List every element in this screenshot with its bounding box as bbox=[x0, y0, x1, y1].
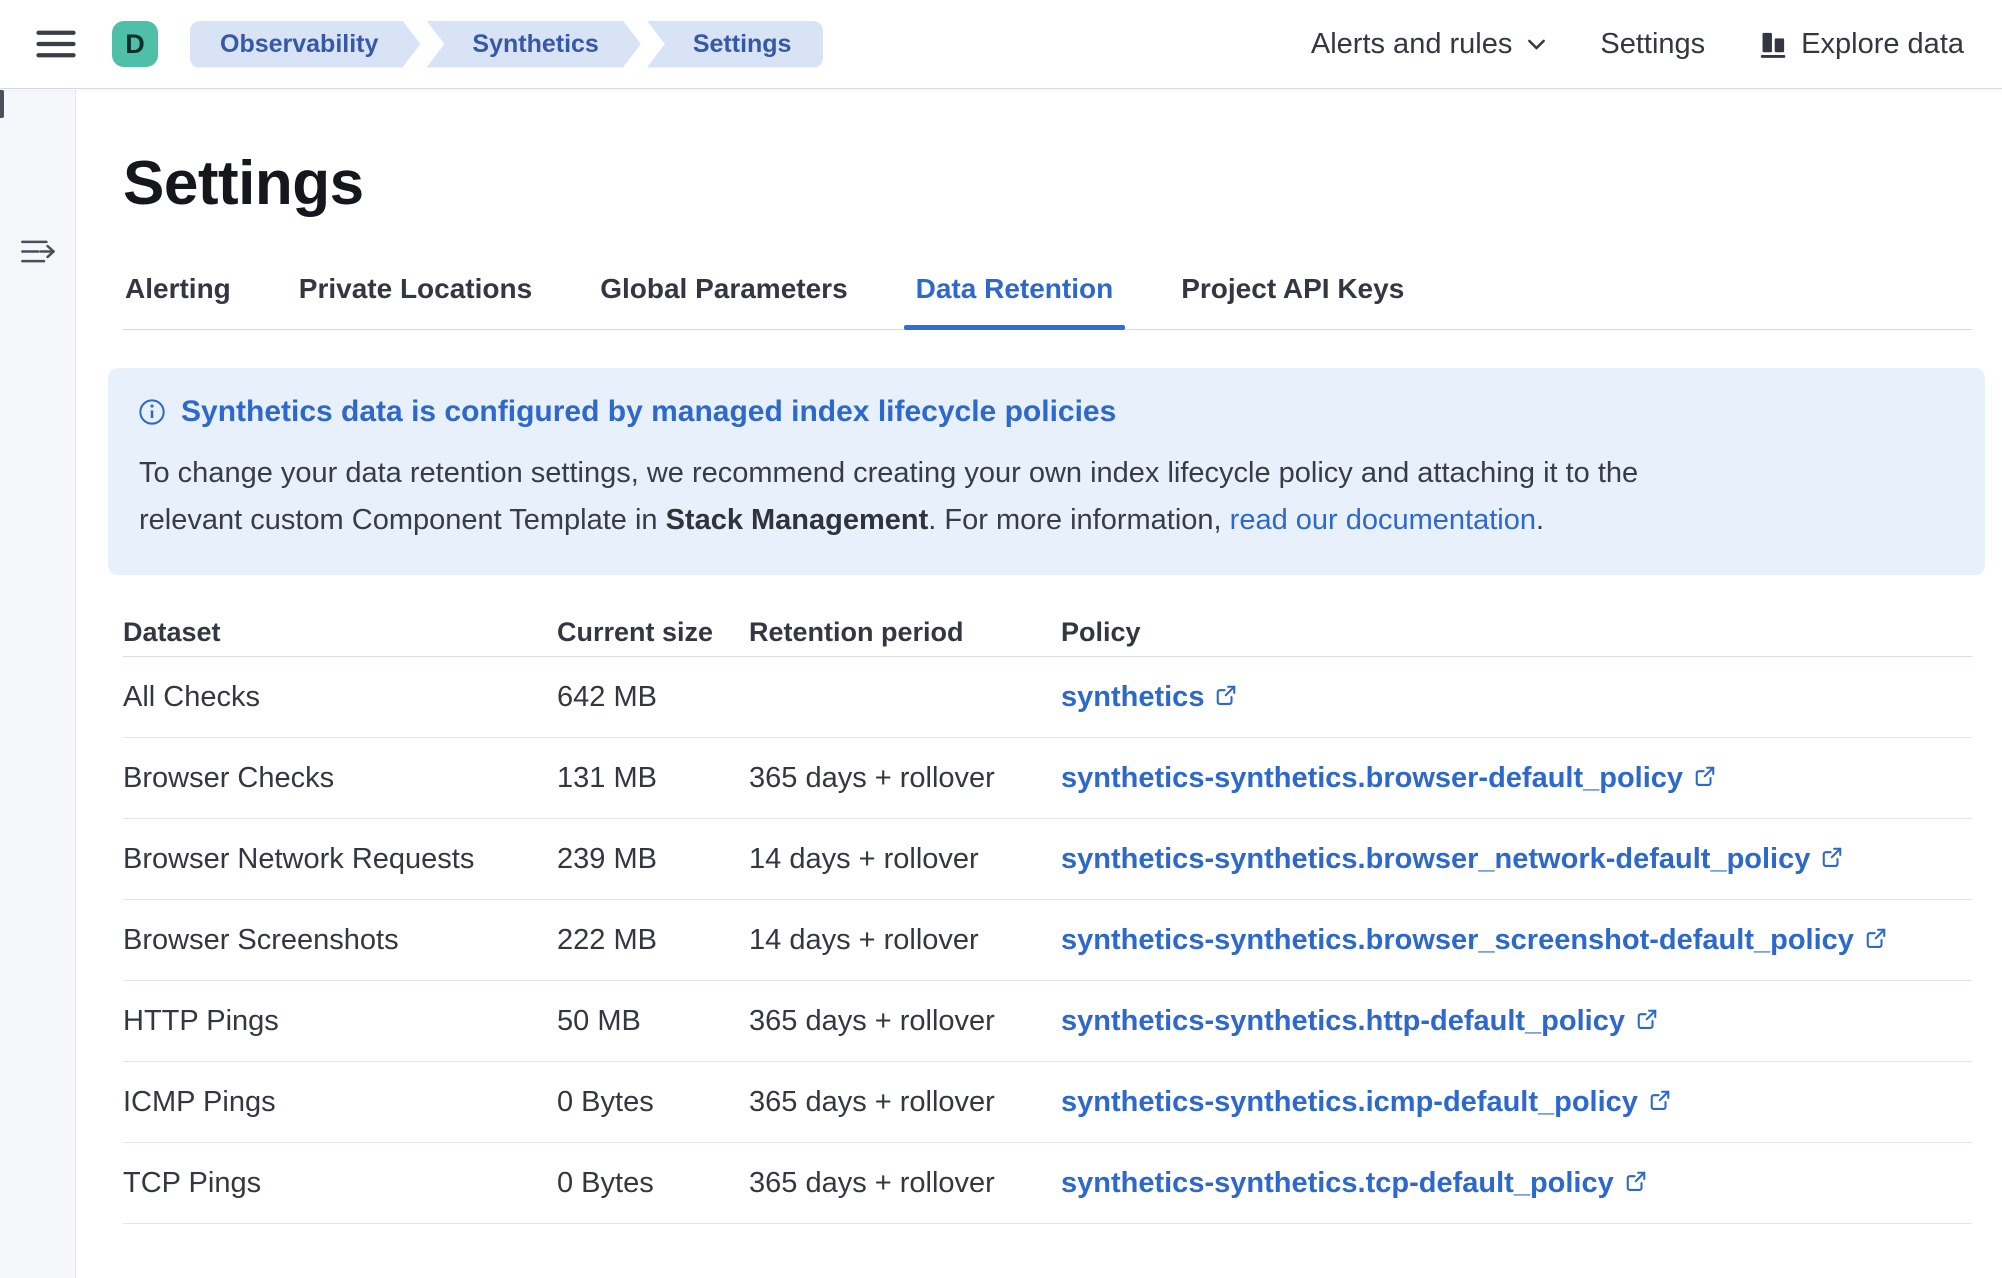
column-header-policy: Policy bbox=[1061, 617, 1972, 648]
tab-alerting[interactable]: Alerting bbox=[123, 273, 233, 329]
external-link-icon bbox=[1694, 765, 1716, 787]
size-cell: 642 MB bbox=[557, 681, 749, 714]
retention-cell: 14 days + rollover bbox=[749, 924, 1061, 957]
column-header-retention-period: Retention period bbox=[749, 617, 1061, 648]
policy-link[interactable]: synthetics-synthetics.http-default_polic… bbox=[1061, 1005, 1625, 1038]
size-cell: 0 Bytes bbox=[557, 1086, 749, 1119]
main-content: Settings Alerting Private Locations Glob… bbox=[76, 89, 2002, 1224]
policy-link[interactable]: synthetics bbox=[1061, 681, 1204, 714]
callout-body-post: . bbox=[1536, 504, 1544, 536]
table-row: All Checks 642 MB synthetics bbox=[123, 657, 1972, 738]
external-link-icon bbox=[1865, 927, 1887, 949]
dataset-cell: All Checks bbox=[123, 681, 557, 714]
policy-cell: synthetics-synthetics.browser-default_po… bbox=[1061, 762, 1972, 795]
table-row: Browser Checks 131 MB 365 days + rollove… bbox=[123, 738, 1972, 819]
header-actions: Alerts and rules Settings Explore data bbox=[1311, 28, 1964, 61]
policy-cell: synthetics-synthetics.http-default_polic… bbox=[1061, 1005, 1972, 1038]
scrollbar-thumb[interactable] bbox=[0, 90, 4, 118]
tab-private-locations[interactable]: Private Locations bbox=[297, 273, 534, 329]
policy-link[interactable]: synthetics-synthetics.tcp-default_policy bbox=[1061, 1167, 1614, 1200]
column-header-dataset: Dataset bbox=[123, 617, 557, 648]
external-link-icon bbox=[1821, 846, 1843, 868]
table-row: Browser Network Requests 239 MB 14 days … bbox=[123, 819, 1972, 900]
settings-nav-label: Settings bbox=[1600, 28, 1705, 61]
page-title: Settings bbox=[123, 149, 1972, 219]
policy-cell: synthetics-synthetics.browser_screenshot… bbox=[1061, 924, 1972, 957]
policy-cell: synthetics-synthetics.icmp-default_polic… bbox=[1061, 1086, 1972, 1119]
breadcrumb-synthetics[interactable]: Synthetics bbox=[426, 21, 640, 68]
settings-nav-link[interactable]: Settings bbox=[1600, 28, 1705, 61]
breadcrumb-settings[interactable]: Settings bbox=[647, 21, 824, 68]
documentation-link[interactable]: read our documentation bbox=[1230, 504, 1536, 536]
avatar[interactable]: D bbox=[112, 21, 158, 67]
table-header-row: Dataset Current size Retention period Po… bbox=[123, 609, 1972, 657]
policy-cell: synthetics-synthetics.tcp-default_policy bbox=[1061, 1167, 1972, 1200]
retention-cell: 365 days + rollover bbox=[749, 762, 1061, 795]
explore-data-label: Explore data bbox=[1801, 28, 1964, 61]
dataset-cell: Browser Screenshots bbox=[123, 924, 557, 957]
table-row: TCP Pings 0 Bytes 365 days + rollover sy… bbox=[123, 1143, 1972, 1224]
alerts-and-rules-menu[interactable]: Alerts and rules bbox=[1311, 28, 1549, 61]
tab-project-api-keys[interactable]: Project API Keys bbox=[1179, 273, 1406, 329]
size-cell: 50 MB bbox=[557, 1005, 749, 1038]
callout-body-bold: Stack Management bbox=[666, 504, 929, 536]
table-row: Browser Screenshots 222 MB 14 days + rol… bbox=[123, 900, 1972, 981]
expand-nav-icon[interactable] bbox=[17, 230, 59, 272]
tab-data-retention[interactable]: Data Retention bbox=[914, 273, 1116, 329]
policy-cell: synthetics bbox=[1061, 681, 1972, 714]
info-icon bbox=[138, 398, 166, 426]
data-retention-table: Dataset Current size Retention period Po… bbox=[123, 609, 1972, 1224]
dataset-cell: Browser Network Requests bbox=[123, 843, 557, 876]
external-link-icon bbox=[1636, 1008, 1658, 1030]
external-link-icon bbox=[1215, 684, 1237, 706]
policy-link[interactable]: synthetics-synthetics.browser_network-de… bbox=[1061, 843, 1810, 876]
explore-data-icon bbox=[1757, 29, 1788, 60]
size-cell: 131 MB bbox=[557, 762, 749, 795]
policy-link[interactable]: synthetics-synthetics.browser_screenshot… bbox=[1061, 924, 1854, 957]
retention-cell: 365 days + rollover bbox=[749, 1005, 1061, 1038]
callout-body-mid: . For more information, bbox=[928, 504, 1229, 536]
size-cell: 222 MB bbox=[557, 924, 749, 957]
dataset-cell: ICMP Pings bbox=[123, 1086, 557, 1119]
external-link-icon bbox=[1625, 1170, 1647, 1192]
retention-cell: 365 days + rollover bbox=[749, 1167, 1061, 1200]
breadcrumb: Observability Synthetics Settings bbox=[190, 21, 823, 68]
size-cell: 239 MB bbox=[557, 843, 749, 876]
dataset-cell: HTTP Pings bbox=[123, 1005, 557, 1038]
dataset-cell: TCP Pings bbox=[123, 1167, 557, 1200]
policy-link[interactable]: synthetics-synthetics.browser-default_po… bbox=[1061, 762, 1683, 795]
external-link-icon bbox=[1649, 1089, 1671, 1111]
table-row: ICMP Pings 0 Bytes 365 days + rollover s… bbox=[123, 1062, 1972, 1143]
top-header: D Observability Synthetics Settings Aler… bbox=[0, 0, 2002, 89]
table-row: HTTP Pings 50 MB 365 days + rollover syn… bbox=[123, 981, 1972, 1062]
chevron-down-icon bbox=[1525, 33, 1548, 56]
tab-global-parameters[interactable]: Global Parameters bbox=[598, 273, 849, 329]
info-callout: Synthetics data is configured by managed… bbox=[108, 368, 1985, 575]
explore-data-link[interactable]: Explore data bbox=[1757, 28, 1964, 61]
size-cell: 0 Bytes bbox=[557, 1167, 749, 1200]
alerts-and-rules-label: Alerts and rules bbox=[1311, 28, 1513, 61]
menu-hamburger-icon[interactable] bbox=[34, 27, 78, 61]
callout-body: To change your data retention settings, … bbox=[138, 450, 1738, 544]
dataset-cell: Browser Checks bbox=[123, 762, 557, 795]
collapsed-sidebar bbox=[0, 90, 76, 1278]
policy-link[interactable]: synthetics-synthetics.icmp-default_polic… bbox=[1061, 1086, 1638, 1119]
retention-cell: 365 days + rollover bbox=[749, 1086, 1061, 1119]
column-header-current-size: Current size bbox=[557, 617, 749, 648]
retention-cell: 14 days + rollover bbox=[749, 843, 1061, 876]
policy-cell: synthetics-synthetics.browser_network-de… bbox=[1061, 843, 1972, 876]
breadcrumb-observability[interactable]: Observability bbox=[190, 21, 420, 68]
callout-title: Synthetics data is configured by managed… bbox=[181, 395, 1116, 429]
tab-bar: Alerting Private Locations Global Parame… bbox=[123, 273, 1972, 330]
